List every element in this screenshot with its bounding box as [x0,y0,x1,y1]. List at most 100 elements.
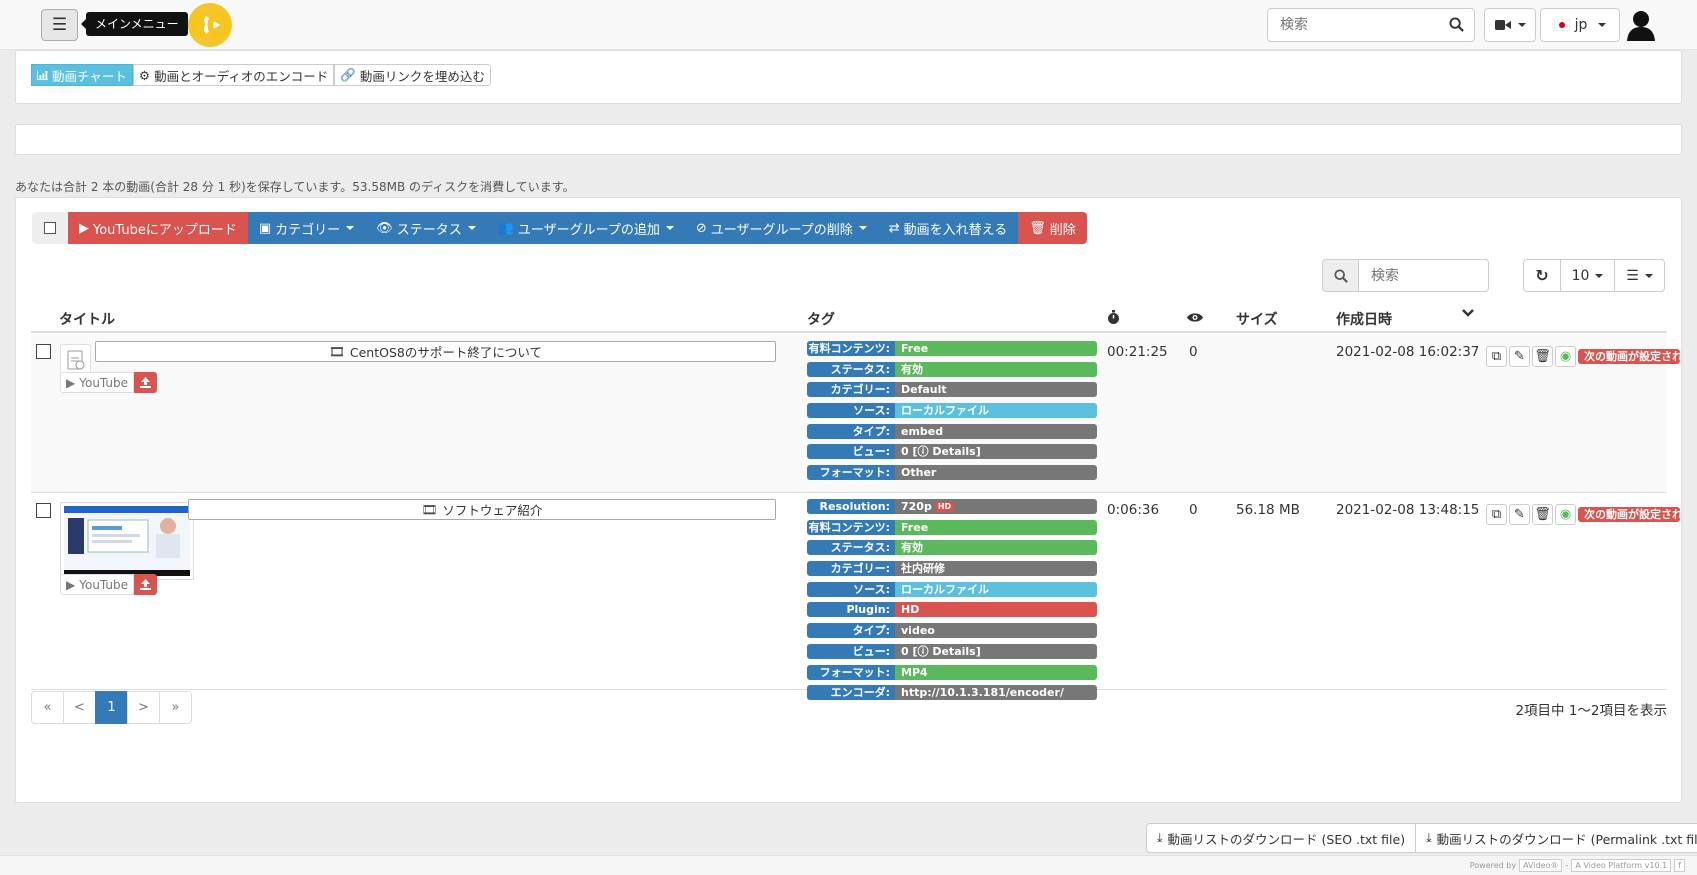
footer-platform-link[interactable]: A Video Platform v10.1 [1571,859,1672,872]
tag-key: ステータス: [807,540,895,556]
column-size[interactable]: サイズ [1236,309,1278,329]
navbar-search [1267,8,1475,42]
tag-key: エンコーダ: [807,685,895,701]
youtube-upload-button[interactable]: ▶ YouTubeにアップロード [68,212,248,244]
hamburger-menu-button[interactable]: ☰ [41,9,78,41]
edit-button[interactable]: ✎ [1509,346,1530,367]
trash-icon: 🗑 [1029,220,1046,236]
tag-key: フォーマット: [807,664,895,680]
video-title-button[interactable]: 🎞 ソフトウェア紹介 [188,499,776,520]
table-row: 🎞 ソフトウェア紹介 ▶ YouTube Resolution: 720p HD 有料… [31,494,1680,701]
facebook-icon[interactable]: f [1674,859,1685,872]
embed-link-button[interactable]: 🔗 動画リンクを埋め込む [334,64,491,86]
row-checkbox[interactable] [36,344,51,363]
next-video-label[interactable]: 次の動画が設定されていません [1578,507,1680,522]
edit-button[interactable]: ✎ [1509,504,1530,525]
column-views[interactable] [1187,311,1203,327]
video-chart-button[interactable]: 動画チャート [31,64,133,86]
video-menu-button[interactable] [1484,8,1536,42]
video-thumbnail[interactable] [60,502,194,580]
storage-summary: あなたは合計 2 本の動画(合計 28 分 1 秒)を保存しています。53.58… [15,180,575,194]
copy-icon: ⧉ [1491,349,1502,364]
column-created[interactable]: 作成日時 [1336,309,1392,329]
column-title[interactable]: タイトル [59,309,115,329]
eye-icon: ◉ [1559,349,1572,364]
file-size: 56.18 MB [1236,502,1300,518]
add-usergroup-dropdown[interactable]: 👥 ユーザーグループの追加 [486,212,685,244]
video-title: CentOS8のサポート終了について [349,345,542,360]
status-dropdown[interactable]: 👁 ステータス [365,212,487,244]
row-checkbox[interactable] [36,503,51,522]
top-navbar: ☰ AVIDEO メインメニュー jp [0,0,1697,50]
visibility-button[interactable]: ◉ [1555,504,1576,525]
tag-item: ソース: ローカルファイル [807,403,1097,419]
page-current-button[interactable]: 1 [95,691,128,724]
tag-item: ステータス: 有効 [807,361,1097,377]
upload-button[interactable] [134,372,158,393]
rows-per-page-dropdown[interactable]: 10 [1560,259,1615,292]
delete-row-button[interactable]: 🗑 [1532,346,1553,367]
page-first-button[interactable]: « [31,691,64,724]
refresh-button[interactable]: ↻ [1523,259,1561,292]
category-dropdown[interactable]: ▣ カテゴリー [247,212,366,244]
page-last-button[interactable]: » [159,691,192,724]
delete-row-button[interactable]: 🗑 [1532,504,1553,525]
visibility-button[interactable]: ◉ [1555,346,1576,367]
play-circle-icon: ▶ [66,375,76,390]
delete-button[interactable]: 🗑 削除 [1018,212,1087,244]
tag-value-text: 0 [ⓘ Details] [901,445,981,459]
chevron-down-icon [858,226,867,230]
download-seo-button[interactable]: ⤓ 動画リストのダウンロード (SEO .txt file) [1146,823,1417,853]
language-select[interactable]: jp [1540,8,1620,42]
youtube-button[interactable]: ▶ YouTube [60,574,135,595]
created-date: 2021-02-08 16:02:37 [1336,344,1480,360]
page-next-button[interactable]: > [127,691,160,724]
search-icon[interactable] [1449,17,1464,36]
tag-key: ビュー: [807,643,895,659]
page-prev-button[interactable]: < [63,691,96,724]
columns-dropdown[interactable]: ☰ [1614,259,1665,292]
video-title-button[interactable]: 🎞 CentOS8のサポート終了について [95,341,776,362]
user-avatar[interactable] [1626,9,1656,41]
encode-button[interactable]: ⚙ 動画とオーディオのエンコード [132,64,335,86]
upload-button[interactable] [134,574,158,595]
film-icon: 🎞 [329,343,345,359]
remove-usergroup-dropdown[interactable]: ⊘ ユーザーグループの削除 [684,212,878,244]
tag-key: フォーマット: [807,465,895,481]
tag-item: カテゴリー: Default [807,382,1097,398]
youtube-button[interactable]: ▶ YouTube [60,372,135,393]
menu-tooltip: メインメニュー [81,12,188,36]
footer-brand-link[interactable]: AVideo® [1519,859,1563,872]
tag-value: Free [895,519,1097,535]
row-actions: ⧉ ✎ 🗑 ◉ 次の動画が設定されていません [1486,504,1680,525]
download-icon: ⤓ [1426,830,1432,845]
next-video-label[interactable]: 次の動画が設定されていません [1578,349,1680,364]
row-actions: ⧉ ✎ 🗑 ◉ 次の動画が設定されていません [1486,346,1680,367]
duration: 0:06:36 [1107,502,1160,518]
grid-search-input[interactable] [1359,259,1489,292]
column-tags[interactable]: タグ [807,309,835,329]
embed-link-label: 動画リンクを埋め込む [359,68,485,84]
copy-button[interactable]: ⧉ [1486,504,1507,525]
sort-chevron-down-icon[interactable] [1461,306,1475,324]
chevron-down-icon [467,226,476,230]
image-icon: ▣ [258,220,272,236]
tag-value: 0 [ⓘ Details] [895,643,1097,659]
view-count: 0 [1189,344,1198,360]
tag-value-text: embed [901,424,944,438]
status-label: ステータス [396,222,462,238]
tag-key: ビュー: [807,444,895,460]
column-duration[interactable] [1107,310,1120,329]
tag-item: タイプ: embed [807,423,1097,439]
copy-button[interactable]: ⧉ [1486,346,1507,367]
tag-value: video [895,623,1097,639]
tag-item: ソース: ローカルファイル [807,581,1097,597]
tag-key: カテゴリー: [807,561,895,577]
eye-icon: 👁 [376,220,393,236]
tag-value-text: 有効 [901,541,923,555]
navbar-search-input[interactable] [1268,9,1438,41]
thumbnail-placeholder-icon[interactable] [60,344,91,375]
select-all-checkbox[interactable] [32,212,68,244]
swap-videos-button[interactable]: ⇄ 動画を入れ替える [877,212,1019,244]
download-permalink-button[interactable]: ⤓ 動画リストのダウンロード (Permalink .txt file) [1415,823,1697,853]
